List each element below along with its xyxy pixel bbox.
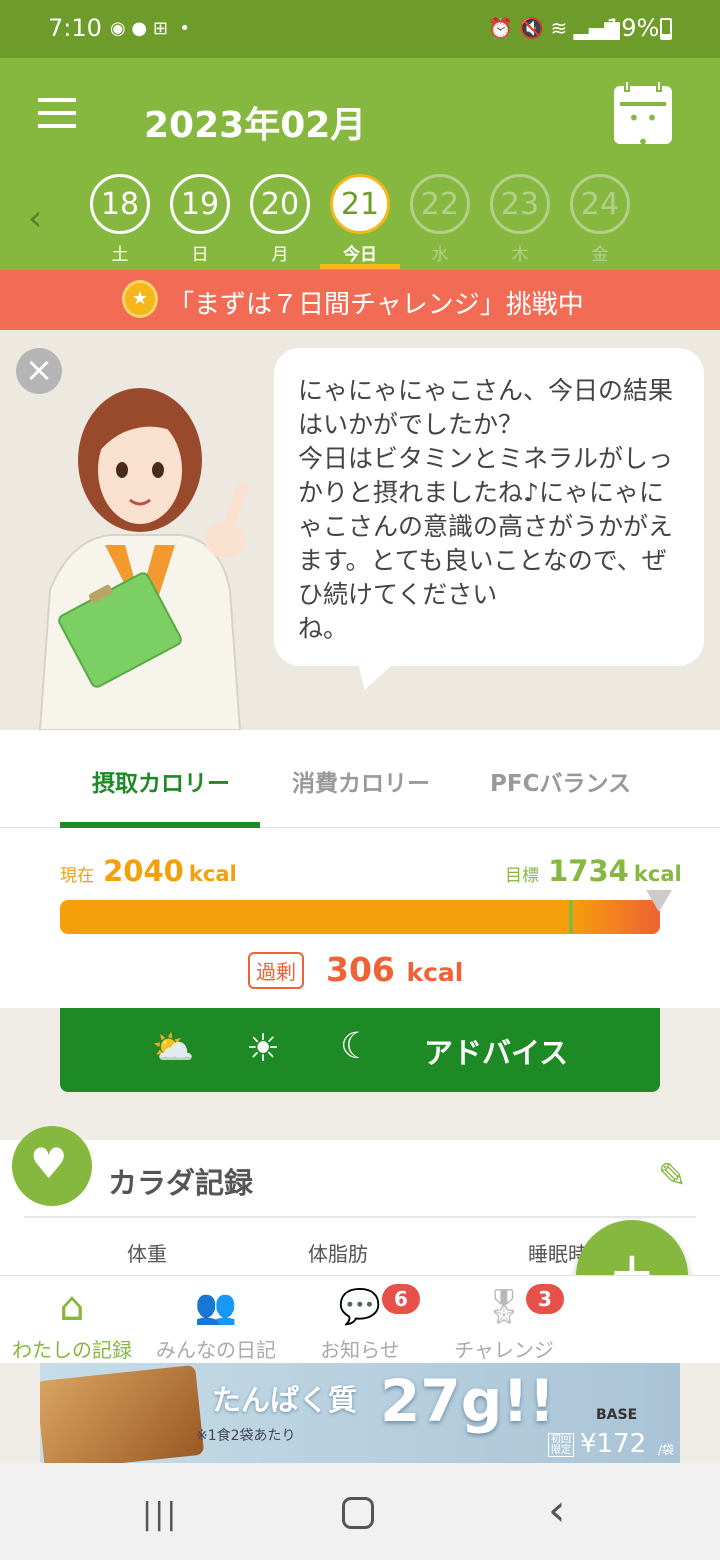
coach-illustration <box>38 388 249 730</box>
coach-message: にゃにゃにゃこさん、今日の結果はいかがでしたか？ 今日はビタミンとミネラルがしっ… <box>298 376 674 643</box>
nav-label: チャレンジ <box>454 1338 554 1362</box>
status-bar: 7:10 ◉ ● ⊞ • ⏰ 🔇 ≋ ▂▄▆ 19% <box>0 0 720 58</box>
nav-label: わたしの記録 <box>12 1338 132 1362</box>
date-number: 22 <box>410 174 470 234</box>
ad-banner[interactable]: たんぱく質 ※1食2袋あたり 27g!! BASE 初回限定 ¥172 /袋 <box>40 1363 680 1463</box>
calendar-icon[interactable]: • • • <box>614 80 672 154</box>
excess-unit: kcal <box>406 958 464 987</box>
ad-headline: たんぱく質 <box>212 1383 358 1417</box>
ad-price-unit: /袋 <box>658 1443 675 1457</box>
notification-icons: ◉ ● ⊞ • <box>110 18 190 39</box>
excess-value: 306 <box>326 950 395 989</box>
notification-count-badge: 6 <box>382 1284 420 1314</box>
date-number: 18 <box>90 174 150 234</box>
challenge-banner[interactable]: ★ 「まずは７日間チャレンジ」挑戦中 <box>0 270 720 330</box>
weekday-label: 日 <box>191 245 209 265</box>
ad-note: ※1食2袋あたり <box>196 1428 296 1444</box>
month-title: 2023年02月 <box>144 105 367 146</box>
date-number: 21 <box>330 174 390 234</box>
weekday-label: 今日 <box>343 245 377 265</box>
date-20[interactable]: 20 月 <box>249 174 311 265</box>
weight-column-label: 体重 <box>127 1242 167 1266</box>
sunrise-icon: ⛅ <box>152 1028 195 1068</box>
calorie-progress-bar <box>60 900 660 934</box>
advice-button[interactable]: ⛅ ☀ ☾ アドバイス <box>60 1008 660 1092</box>
ad-price: ¥172 <box>580 1429 647 1459</box>
prev-week-chevron-icon[interactable]: ‹ <box>28 198 42 239</box>
date-22[interactable]: 22 水 <box>409 174 471 265</box>
ad-product-image <box>40 1364 205 1463</box>
date-19[interactable]: 19 日 <box>169 174 231 265</box>
medal-icon: ★ <box>122 280 158 318</box>
date-18[interactable]: 18 土 <box>89 174 151 265</box>
target-unit: kcal <box>633 862 682 886</box>
date-24[interactable]: 24 金 <box>569 174 631 265</box>
challenge-count-badge: 3 <box>526 1284 564 1314</box>
date-number: 24 <box>570 174 630 234</box>
excess-calories: 306 kcal <box>326 950 463 989</box>
weekday-label: 水 <box>431 245 449 265</box>
current-value: 2040 <box>103 854 184 888</box>
tab-pfc-balance[interactable]: PFCバランス <box>490 764 631 798</box>
bottom-navigation: ⌂ わたしの記録 👥 みんなの日記 💬 お知らせ 🎖 チャレンジ 6 3 <box>0 1275 720 1363</box>
sun-icon: ☀ <box>246 1026 281 1070</box>
ad-brand: BASE <box>596 1407 638 1423</box>
battery-percent: 19% <box>606 14 660 42</box>
weekday-label: 月 <box>271 245 289 265</box>
back-icon[interactable]: ‹ <box>548 1485 566 1536</box>
weekday-label: 木 <box>511 245 529 265</box>
moon-icon: ☾ <box>340 1026 373 1067</box>
home-button-icon[interactable] <box>342 1497 374 1529</box>
date-21-today[interactable]: 21 今日 <box>329 174 391 265</box>
body-record-title: カラダ記録 <box>108 1166 254 1200</box>
current-calories: 現在 2040 kcal <box>60 854 237 888</box>
advice-label: アドバイス <box>424 1036 569 1070</box>
nav-label: お知らせ <box>320 1338 400 1362</box>
weekday-label: 土 <box>111 245 129 265</box>
battery-icon <box>660 18 672 40</box>
target-calories: 目標 1734 kcal <box>505 854 682 888</box>
target-marker <box>569 900 573 934</box>
target-pointer-icon <box>646 890 672 912</box>
weekday-label: 金 <box>591 245 609 265</box>
current-label: 現在 <box>60 866 94 886</box>
excess-badge: 過剰 <box>248 952 304 989</box>
menu-icon[interactable] <box>38 98 76 128</box>
target-label: 目標 <box>505 866 539 886</box>
status-time: 7:10 <box>48 14 102 42</box>
ad-amount: 27g!! <box>380 1367 556 1435</box>
edit-pencil-icon[interactable]: ✎ <box>658 1156 687 1196</box>
body-fat-column-label: 体脂肪 <box>308 1242 368 1266</box>
challenge-text: 「まずは７日間チャレンジ」挑戦中 <box>168 290 584 320</box>
date-number: 20 <box>250 174 310 234</box>
nav-label: みんなの日記 <box>156 1338 276 1362</box>
system-icons: ⏰ 🔇 ≋ ▂▄▆ <box>488 16 620 40</box>
calorie-card: 現在 2040 kcal 目標 1734 kcal 過剰 306 kcal <box>0 828 720 1008</box>
date-number: 23 <box>490 174 550 234</box>
home-icon: ⌂ <box>59 1284 85 1330</box>
nav-my-record[interactable]: ⌂ わたしの記録 <box>0 1282 144 1363</box>
heart-chart-icon: ♥ <box>12 1126 92 1206</box>
recent-apps-icon[interactable]: ||| <box>142 1497 178 1532</box>
system-navigation-bar: ||| ‹ <box>0 1463 720 1560</box>
nav-everyone-diary[interactable]: 👥 みんなの日記 <box>144 1282 288 1363</box>
date-number: 19 <box>170 174 230 234</box>
tab-burned-calories[interactable]: 消費カロリー <box>292 764 430 798</box>
divider <box>24 1216 696 1218</box>
ad-price-label: 初回限定 <box>548 1433 574 1457</box>
people-icon: 👥 <box>194 1287 238 1327</box>
target-value: 1734 <box>548 854 629 888</box>
header: 2023年02月 • • • ‹ 18 土 19 日 20 月 21 今日 22 水 23… <box>0 58 720 270</box>
calorie-tabs: 摂取カロリー 消費カロリー PFCバランス <box>0 730 720 828</box>
coach-speech-bubble: にゃにゃにゃこさん、今日の結果はいかがでしたか？ 今日はビタミンとミネラルがしっ… <box>274 348 704 666</box>
today-underline <box>320 264 400 269</box>
tab-intake-calories[interactable]: 摂取カロリー <box>92 764 230 798</box>
date-23[interactable]: 23 木 <box>489 174 551 265</box>
current-unit: kcal <box>188 862 237 886</box>
